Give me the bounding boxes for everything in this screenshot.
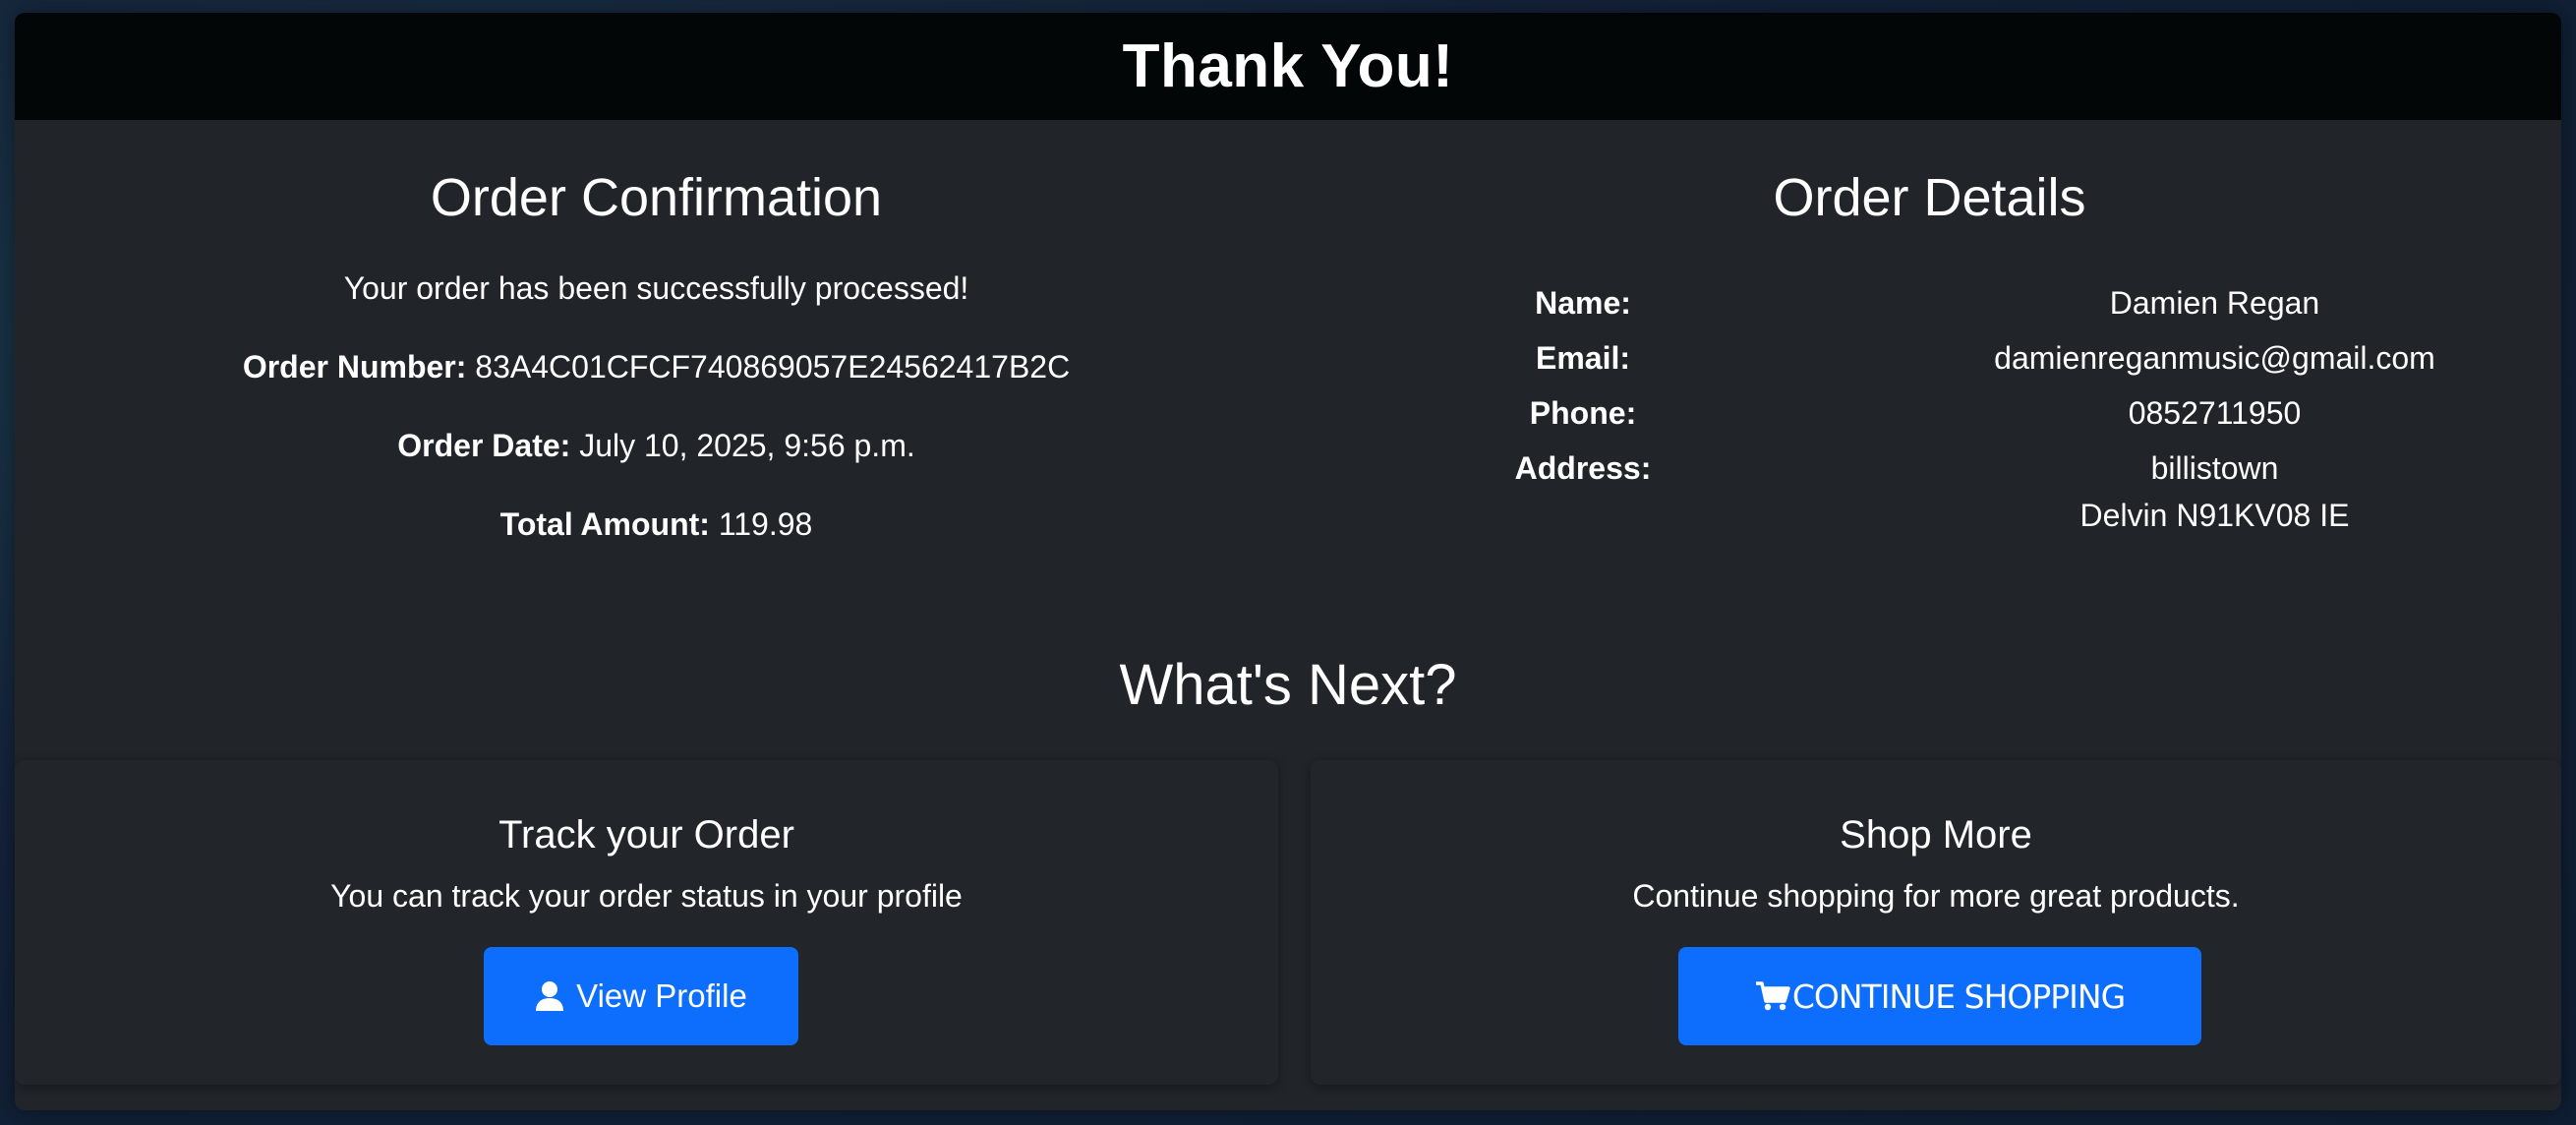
order-details-section: Order Details Name: Damien Regan Email: …: [1298, 120, 2561, 533]
order-number-value: 83A4C01CFCF740869057E24562417B2C: [475, 349, 1071, 385]
total-amount-label: Total Amount:: [499, 506, 710, 542]
order-date-row: Order Date: July 10, 2025, 9:56 p.m.: [15, 426, 1298, 465]
details-row-phone: Phone: 0852711950: [1298, 389, 2561, 444]
thank-you-card: Thank You! Order Confirmation Your order…: [15, 13, 2561, 1110]
address-label: Address:: [1514, 450, 1652, 486]
address-value: billistown Delvin N91KV08 IE: [1868, 444, 2561, 539]
shop-more-text: Continue shopping for more great product…: [1632, 878, 2240, 914]
whats-next-title: What's Next?: [1119, 653, 1457, 717]
order-number-label: Order Number:: [242, 349, 467, 385]
details-row-name: Name: Damien Regan: [1298, 279, 2561, 334]
address-line-1: billistown: [2150, 450, 2279, 486]
email-value: damienreganmusic@gmail.com: [1994, 340, 2435, 376]
details-row-address: Address: billistown Delvin N91KV08 IE: [1298, 444, 2561, 539]
track-order-text: You can track your order status in your …: [330, 878, 963, 914]
name-label: Name:: [1535, 285, 1631, 321]
shop-more-card: Shop More Continue shopping for more gre…: [1311, 760, 2561, 1085]
track-order-card: Track your Order You can track your orde…: [15, 760, 1278, 1085]
order-date-value: July 10, 2025, 9:56 p.m.: [579, 428, 915, 463]
order-confirmation-section: Order Confirmation Your order has been s…: [15, 120, 1298, 544]
track-order-title: Track your Order: [498, 813, 794, 857]
order-date-label: Order Date:: [397, 428, 571, 463]
view-profile-label: View Profile: [576, 977, 747, 1014]
shop-more-title: Shop More: [1840, 813, 2032, 857]
continue-shopping-button[interactable]: CONTINUE SHOPPING: [1678, 947, 2201, 1045]
order-details-table: Name: Damien Regan Email: damienreganmus…: [1298, 279, 2561, 539]
email-label: Email:: [1535, 340, 1631, 376]
view-profile-button[interactable]: View Profile: [484, 947, 798, 1045]
phone-value: 0852711950: [2128, 395, 2302, 431]
details-row-email: Email: damienreganmusic@gmail.com: [1298, 334, 2561, 389]
phone-label: Phone:: [1529, 395, 1637, 431]
page-title: Thank You!: [1122, 32, 1454, 100]
total-amount-value: 119.98: [718, 506, 813, 542]
user-icon: [535, 980, 564, 1012]
continue-shopping-label: CONTINUE SHOPPING: [1791, 977, 2126, 1016]
order-confirmation-title: Order Confirmation: [430, 168, 883, 227]
address-line-2: Delvin N91KV08 IE: [2079, 498, 2350, 533]
name-value: Damien Regan: [2109, 285, 2320, 321]
total-amount-row: Total Amount: 119.98: [15, 504, 1298, 544]
page-header: Thank You!: [15, 13, 2561, 120]
order-number-row: Order Number: 83A4C01CFCF740869057E24562…: [15, 347, 1298, 386]
order-details-title: Order Details: [1773, 168, 2086, 227]
confirmation-message: Your order has been successfully process…: [343, 270, 969, 306]
cart-icon: [1755, 980, 1790, 1012]
